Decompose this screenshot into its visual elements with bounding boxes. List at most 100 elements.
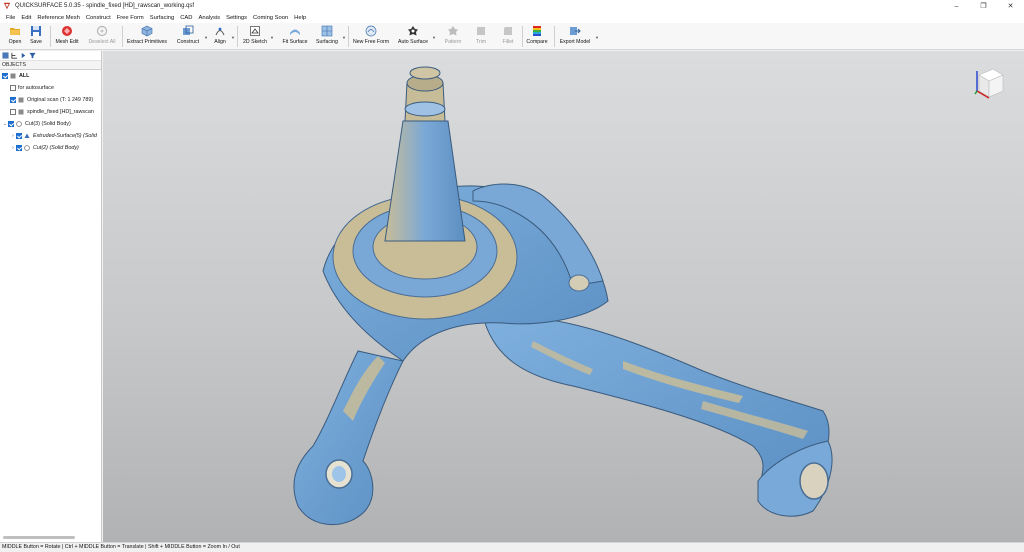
cube-primitives-icon — [141, 25, 153, 37]
menu-construct[interactable]: Construct — [83, 15, 114, 21]
layers-icon — [10, 73, 16, 79]
sketch-dropdown-arrow-icon[interactable]: ▼ — [270, 35, 274, 40]
trim-button[interactable]: Trim — [473, 24, 489, 49]
compare-button[interactable]: Compare — [525, 24, 549, 49]
mesh-icon — [18, 109, 24, 115]
menu-bar: File Edit Reference Mesh Construct Free … — [0, 12, 1024, 23]
3d-viewport[interactable] — [103, 51, 1024, 542]
menu-surfacing[interactable]: Surfacing — [147, 15, 178, 21]
construct-icon — [183, 25, 194, 35]
export-model-button[interactable]: Export Model — [558, 24, 592, 49]
floppy-disk-icon — [31, 26, 41, 36]
tree-item-checkbox[interactable] — [10, 85, 16, 91]
2d-sketch-button[interactable]: 2D Sketch — [241, 24, 269, 49]
app-logo-icon — [3, 2, 11, 10]
toolbar-separator — [554, 26, 555, 47]
menu-analysis[interactable]: Analysis — [196, 15, 224, 21]
mesh-edit-button[interactable]: Mesh Edit — [54, 24, 80, 49]
fillet-button[interactable]: Fillet — [499, 24, 517, 49]
surfacing-dropdown-arrow-icon[interactable]: ▼ — [342, 35, 346, 40]
mesh-icon — [18, 97, 24, 103]
folder-open-icon — [10, 28, 20, 35]
fillet-icon — [504, 27, 512, 35]
tree-item-checkbox[interactable] — [8, 121, 14, 127]
tree-item-extruded-surface5[interactable]: › Extruded-Surface(5) (Solid — [0, 130, 101, 142]
deselect-all-button[interactable]: Deselect All — [86, 24, 118, 49]
tree-item-cut3[interactable]: ⌄ Cut(3) (Solid Body) — [0, 118, 101, 130]
auto-surface-icon — [408, 26, 418, 36]
minimize-button[interactable]: – — [943, 0, 970, 12]
tree-item-rawscan[interactable]: spindle_fixed [HD]_rawscan — [0, 106, 101, 118]
menu-help[interactable]: Help — [291, 15, 309, 21]
surfacing-button[interactable]: Surfacing — [313, 24, 341, 49]
auto-surface-dropdown-arrow-icon[interactable]: ▼ — [432, 35, 436, 40]
objects-panel-header: OBJECTS — [0, 61, 101, 70]
auto-surface-button[interactable]: Auto Surface — [396, 24, 430, 49]
pattern-icon — [448, 26, 458, 36]
menu-free-form[interactable]: Free Form — [114, 15, 147, 21]
tree-item-checkbox[interactable] — [16, 133, 22, 139]
fit-surface-icon — [290, 29, 300, 35]
window-title: QUICKSURFACE 5.0.35 - spindle_fixed [HD]… — [15, 3, 195, 9]
objects-panel: OBJECTS ALL for autosurface Original sca… — [0, 51, 102, 542]
open-button[interactable]: Open — [5, 24, 25, 49]
solid-body-icon — [24, 145, 30, 151]
trim-icon — [477, 27, 485, 35]
tree-item-checkbox[interactable] — [16, 145, 22, 151]
tree-item-for-autosurface[interactable]: for autosurface — [0, 82, 101, 94]
extract-primitives-button[interactable]: Extract Primitives — [125, 24, 169, 49]
sketch-icon — [250, 26, 260, 36]
align-button[interactable]: Align — [211, 24, 229, 49]
title-bar: QUICKSURFACE 5.0.35 - spindle_fixed [HD]… — [0, 0, 1024, 12]
deselect-icon — [96, 25, 108, 37]
tree-item-label: Cut(2) (Solid Body) — [33, 145, 79, 151]
toolbar-separator — [522, 26, 523, 47]
menu-reference-mesh[interactable]: Reference Mesh — [34, 15, 83, 21]
tree-item-all-checkbox[interactable] — [2, 73, 8, 79]
tree-item-original-scan[interactable]: Original scan (T: 1 249 789) — [0, 94, 101, 106]
surfacing-icon — [321, 25, 333, 37]
tree-item-label: Cut(3) (Solid Body) — [25, 121, 71, 127]
grid-view-icon[interactable] — [2, 52, 9, 59]
expand-icon[interactable] — [20, 52, 27, 59]
tree-item-checkbox[interactable] — [10, 109, 16, 115]
toolbar-separator — [50, 26, 51, 47]
tree-item-all[interactable]: ALL — [0, 70, 101, 82]
tree-view-icon[interactable] — [11, 52, 18, 59]
main-toolbar: Open Save Mesh Edit Deselect All Extract… — [0, 23, 1024, 50]
tree-item-label: Original scan (T: 1 249 789) — [27, 97, 94, 103]
tree-item-label: Extruded-Surface(5) (Solid — [33, 133, 97, 139]
tree-item-label: for autosurface — [18, 85, 54, 91]
objects-panel-scrollbar[interactable] — [3, 536, 75, 539]
status-bar: MIDDLE Button = Rotate | Ctrl + MIDDLE B… — [0, 542, 1024, 552]
spindle-model-render[interactable] — [103, 51, 1024, 542]
tree-item-checkbox[interactable] — [10, 97, 16, 103]
menu-cad[interactable]: CAD — [177, 15, 195, 21]
new-free-form-button[interactable]: New Free Form — [352, 24, 390, 49]
fit-surface-button[interactable]: Fit Surface — [281, 24, 309, 49]
export-icon — [570, 27, 581, 35]
construct-dropdown-arrow-icon[interactable]: ▼ — [204, 35, 208, 40]
solid-body-icon — [16, 121, 22, 127]
free-form-icon — [365, 25, 377, 37]
construct-button[interactable]: Construct — [175, 24, 201, 49]
save-button[interactable]: Save — [27, 24, 45, 49]
toolbar-separator — [237, 26, 238, 47]
menu-coming-soon[interactable]: Coming Soon — [250, 15, 291, 21]
toolbar-separator — [122, 26, 123, 47]
color-map-icon — [533, 26, 541, 36]
close-button[interactable]: ✕ — [997, 0, 1024, 12]
filter-icon[interactable] — [29, 52, 36, 59]
tree-item-label: ALL — [19, 73, 30, 79]
menu-settings[interactable]: Settings — [223, 15, 250, 21]
menu-edit[interactable]: Edit — [18, 15, 34, 21]
tree-item-cut2[interactable]: › Cut(2) (Solid Body) — [0, 142, 101, 154]
export-dropdown-arrow-icon[interactable]: ▼ — [595, 35, 599, 40]
restore-button[interactable]: ❐ — [970, 0, 997, 12]
view-navigation-cube[interactable] — [974, 68, 1004, 99]
tree-item-label: spindle_fixed [HD]_rawscan — [27, 109, 94, 115]
pattern-button[interactable]: Pattern — [443, 24, 463, 49]
align-dropdown-arrow-icon[interactable]: ▼ — [231, 35, 235, 40]
objects-panel-toolbar — [0, 51, 101, 61]
menu-file[interactable]: File — [3, 15, 18, 21]
